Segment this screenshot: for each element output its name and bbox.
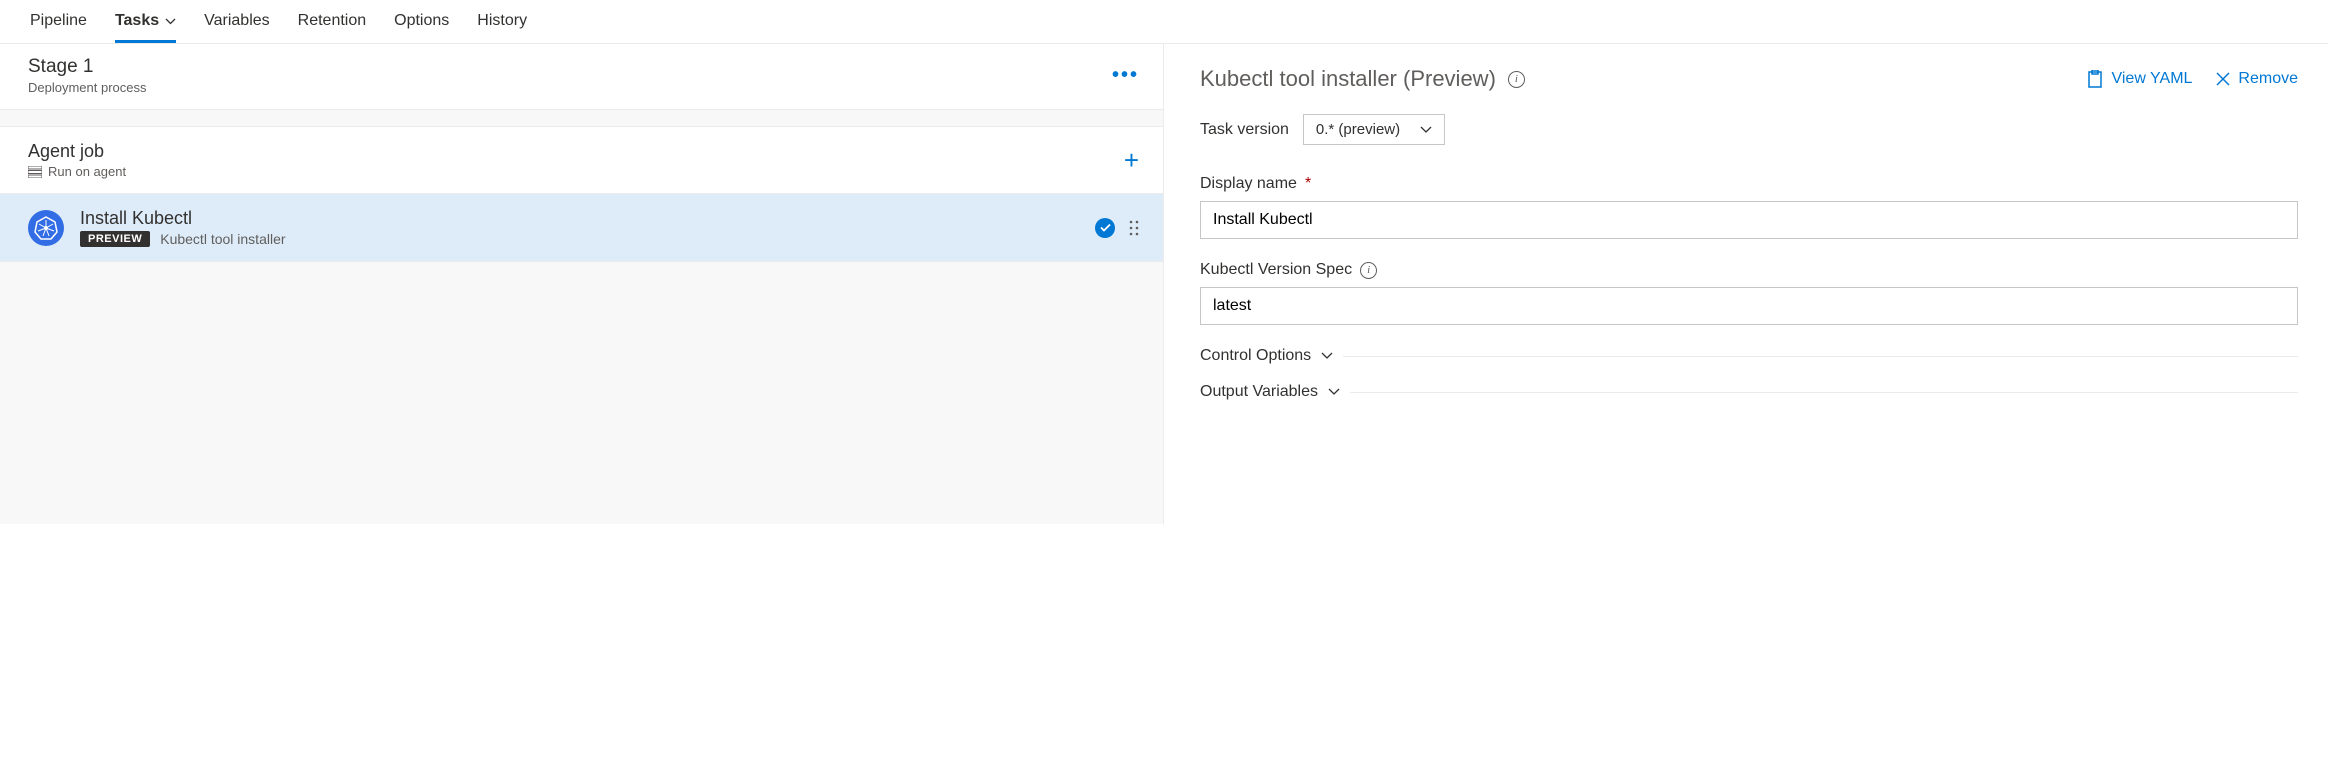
info-icon[interactable]: i: [1508, 71, 1525, 88]
agent-job-subtitle: Run on agent: [48, 164, 126, 179]
output-variables-label: Output Variables: [1200, 383, 1318, 401]
control-options-toggle[interactable]: Control Options: [1200, 347, 2298, 365]
remove-button[interactable]: Remove: [2216, 70, 2298, 88]
left-pane: Stage 1 Deployment process ••• Agent job…: [0, 44, 1164, 524]
task-selected-icon: [1095, 218, 1115, 238]
display-name-label: Display name: [1200, 175, 1297, 193]
tab-history[interactable]: History: [477, 12, 527, 43]
chevron-down-icon: [165, 18, 176, 25]
view-yaml-button[interactable]: View YAML: [2087, 70, 2192, 88]
right-pane: Kubectl tool installer (Preview) i View …: [1164, 44, 2328, 524]
version-spec-input[interactable]: [1200, 287, 2298, 325]
tab-pipeline[interactable]: Pipeline: [30, 12, 87, 43]
tab-retention[interactable]: Retention: [298, 12, 367, 43]
task-title: Install Kubectl: [80, 208, 1079, 229]
info-icon[interactable]: i: [1360, 262, 1377, 279]
clipboard-icon: [2087, 70, 2103, 88]
add-task-button[interactable]: +: [1124, 145, 1139, 176]
tabs-bar: Pipeline Tasks Variables Retention Optio…: [0, 0, 2328, 44]
server-icon: [28, 166, 42, 178]
chevron-down-icon: [1420, 126, 1432, 134]
display-name-input[interactable]: [1200, 201, 2298, 239]
stage-title: Stage 1: [28, 56, 147, 78]
close-icon: [2216, 72, 2230, 86]
tab-options[interactable]: Options: [394, 12, 449, 43]
required-asterisk: *: [1305, 175, 1311, 193]
task-tool-label: Kubectl tool installer: [160, 231, 285, 247]
kubernetes-icon: [28, 210, 64, 246]
chevron-down-icon: [1328, 388, 1340, 396]
divider: [1343, 356, 2298, 357]
task-version-label: Task version: [1200, 121, 1289, 139]
chevron-down-icon: [1321, 352, 1333, 360]
stage-subtitle: Deployment process: [28, 80, 147, 95]
output-variables-toggle[interactable]: Output Variables: [1200, 383, 2298, 401]
agent-job-title: Agent job: [28, 141, 126, 162]
stage-more-button[interactable]: •••: [1112, 64, 1139, 87]
drag-handle[interactable]: [1129, 220, 1139, 236]
task-version-select[interactable]: 0.* (preview): [1303, 114, 1445, 145]
divider: [1350, 392, 2298, 393]
view-yaml-label: View YAML: [2111, 70, 2192, 88]
preview-badge: PREVIEW: [80, 231, 150, 247]
detail-title: Kubectl tool installer (Preview): [1200, 66, 1496, 92]
tab-tasks[interactable]: Tasks: [115, 12, 176, 43]
control-options-label: Control Options: [1200, 347, 1311, 365]
remove-label: Remove: [2238, 70, 2298, 88]
stage-row[interactable]: Stage 1 Deployment process •••: [0, 44, 1163, 110]
tab-variables[interactable]: Variables: [204, 12, 270, 43]
agent-job-row[interactable]: Agent job Run on agent +: [0, 126, 1163, 194]
version-spec-label: Kubectl Version Spec: [1200, 261, 1352, 279]
task-version-value: 0.* (preview): [1316, 121, 1400, 138]
task-row[interactable]: Install Kubectl PREVIEW Kubectl tool ins…: [0, 194, 1163, 262]
tab-tasks-label: Tasks: [115, 12, 159, 30]
